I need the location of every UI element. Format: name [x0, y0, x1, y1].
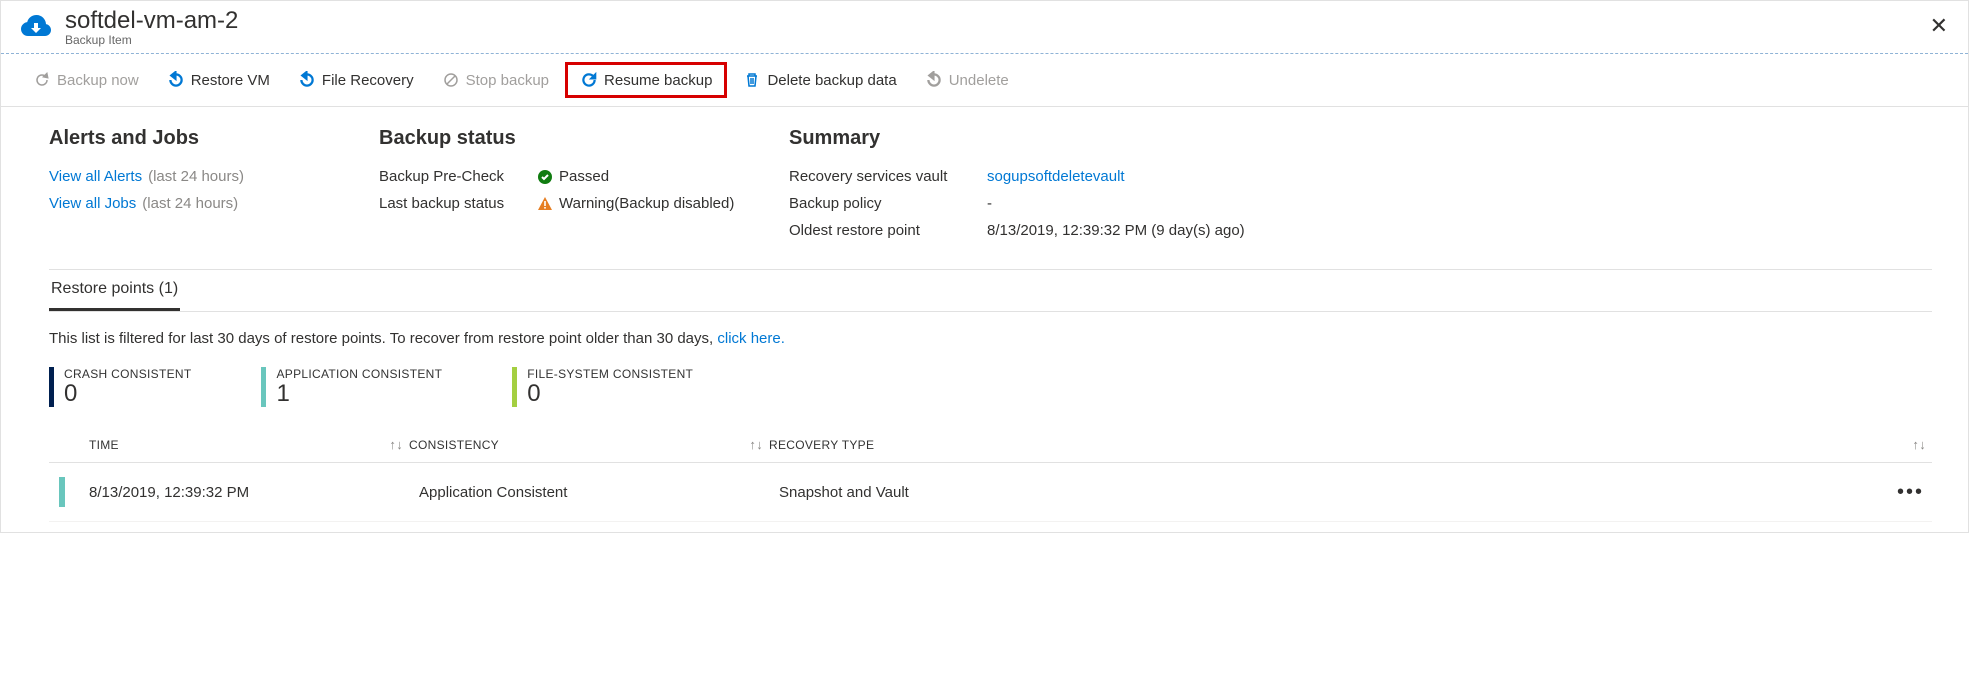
- table-row[interactable]: 8/13/2019, 12:39:32 PM Application Consi…: [49, 463, 1932, 522]
- backup-status-section: Backup status Backup Pre-Check Passed La…: [379, 127, 789, 249]
- restore-points-table: TIME ↑↓ CONSISTENCY ↑↓ RECOVERY TYPE ↑↓ …: [49, 427, 1932, 522]
- application-consistent-counter: APPLICATION CONSISTENT 1: [261, 367, 442, 407]
- precheck-label: Backup Pre-Check: [379, 168, 537, 185]
- tab-restore-points[interactable]: Restore points (1): [49, 270, 180, 311]
- precheck-value: Passed: [559, 168, 609, 185]
- undelete-icon: [925, 71, 943, 89]
- blade-header: softdel-vm-am-2 Backup Item ✕: [1, 1, 1968, 54]
- view-all-alerts-link[interactable]: View all Alerts: [49, 168, 142, 185]
- file-system-consistent-counter: FILE-SYSTEM CONSISTENT 0: [512, 367, 693, 407]
- restore-icon: [167, 71, 185, 89]
- cell-recovery: Snapshot and Vault: [779, 484, 1892, 501]
- oldest-label: Oldest restore point: [789, 222, 987, 239]
- backup-status-title: Backup status: [379, 127, 789, 150]
- backup-now-icon: [33, 71, 51, 89]
- resume-icon: [580, 71, 598, 89]
- tabs: Restore points (1): [49, 270, 1932, 312]
- undelete-button: Undelete: [913, 65, 1021, 95]
- cloud-backup-icon: [19, 11, 55, 43]
- alerts-title: Alerts and Jobs: [49, 127, 379, 150]
- backup-now-button: Backup now: [21, 65, 151, 95]
- crash-consistent-counter: CRASH CONSISTENT 0: [49, 367, 191, 407]
- row-more-icon[interactable]: •••: [1892, 481, 1932, 504]
- alerts-section: Alerts and Jobs View all Alerts (last 24…: [49, 127, 379, 249]
- sort-icon[interactable]: ↑↓: [729, 437, 769, 452]
- trash-icon: [743, 71, 761, 89]
- close-icon[interactable]: ✕: [1930, 13, 1948, 39]
- command-bar: Backup now Restore VM File Recovery Stop…: [1, 54, 1968, 107]
- view-all-jobs-link[interactable]: View all Jobs: [49, 195, 136, 212]
- cell-time: 8/13/2019, 12:39:32 PM: [89, 484, 379, 501]
- file-recovery-button[interactable]: File Recovery: [286, 65, 426, 95]
- vault-link[interactable]: sogupsoftdeletevault: [987, 168, 1125, 185]
- summary-section: Summary Recovery services vault sogupsof…: [789, 127, 1932, 249]
- sort-icon[interactable]: ↑↓: [1892, 437, 1932, 452]
- row-indicator: [59, 477, 65, 507]
- sort-icon[interactable]: ↑↓: [369, 437, 409, 452]
- filter-note: This list is filtered for last 30 days o…: [49, 312, 1932, 367]
- alerts-hint: (last 24 hours): [148, 168, 244, 185]
- jobs-hint: (last 24 hours): [142, 195, 238, 212]
- col-consistency-header[interactable]: CONSISTENCY: [409, 438, 729, 452]
- stop-backup-button: Stop backup: [430, 65, 561, 95]
- page-subtitle: Backup Item: [65, 33, 238, 47]
- col-time-header[interactable]: TIME: [49, 438, 369, 452]
- policy-label: Backup policy: [789, 195, 987, 212]
- delete-backup-data-button[interactable]: Delete backup data: [731, 65, 908, 95]
- warning-triangle-icon: [537, 196, 553, 212]
- file-recovery-icon: [298, 71, 316, 89]
- last-backup-value: Warning(Backup disabled): [559, 195, 734, 212]
- stop-icon: [442, 71, 460, 89]
- cell-consistency: Application Consistent: [419, 484, 739, 501]
- policy-value: -: [987, 195, 992, 212]
- summary-title: Summary: [789, 127, 1932, 150]
- click-here-link[interactable]: click here.: [717, 330, 785, 347]
- check-circle-icon: [537, 169, 553, 185]
- oldest-value: 8/13/2019, 12:39:32 PM (9 day(s) ago): [987, 222, 1245, 239]
- vault-label: Recovery services vault: [789, 168, 987, 185]
- last-backup-label: Last backup status: [379, 195, 537, 212]
- resume-backup-button[interactable]: Resume backup: [565, 62, 727, 98]
- page-title: softdel-vm-am-2: [65, 7, 238, 35]
- col-recovery-header[interactable]: RECOVERY TYPE: [769, 438, 1892, 452]
- restore-vm-button[interactable]: Restore VM: [155, 65, 282, 95]
